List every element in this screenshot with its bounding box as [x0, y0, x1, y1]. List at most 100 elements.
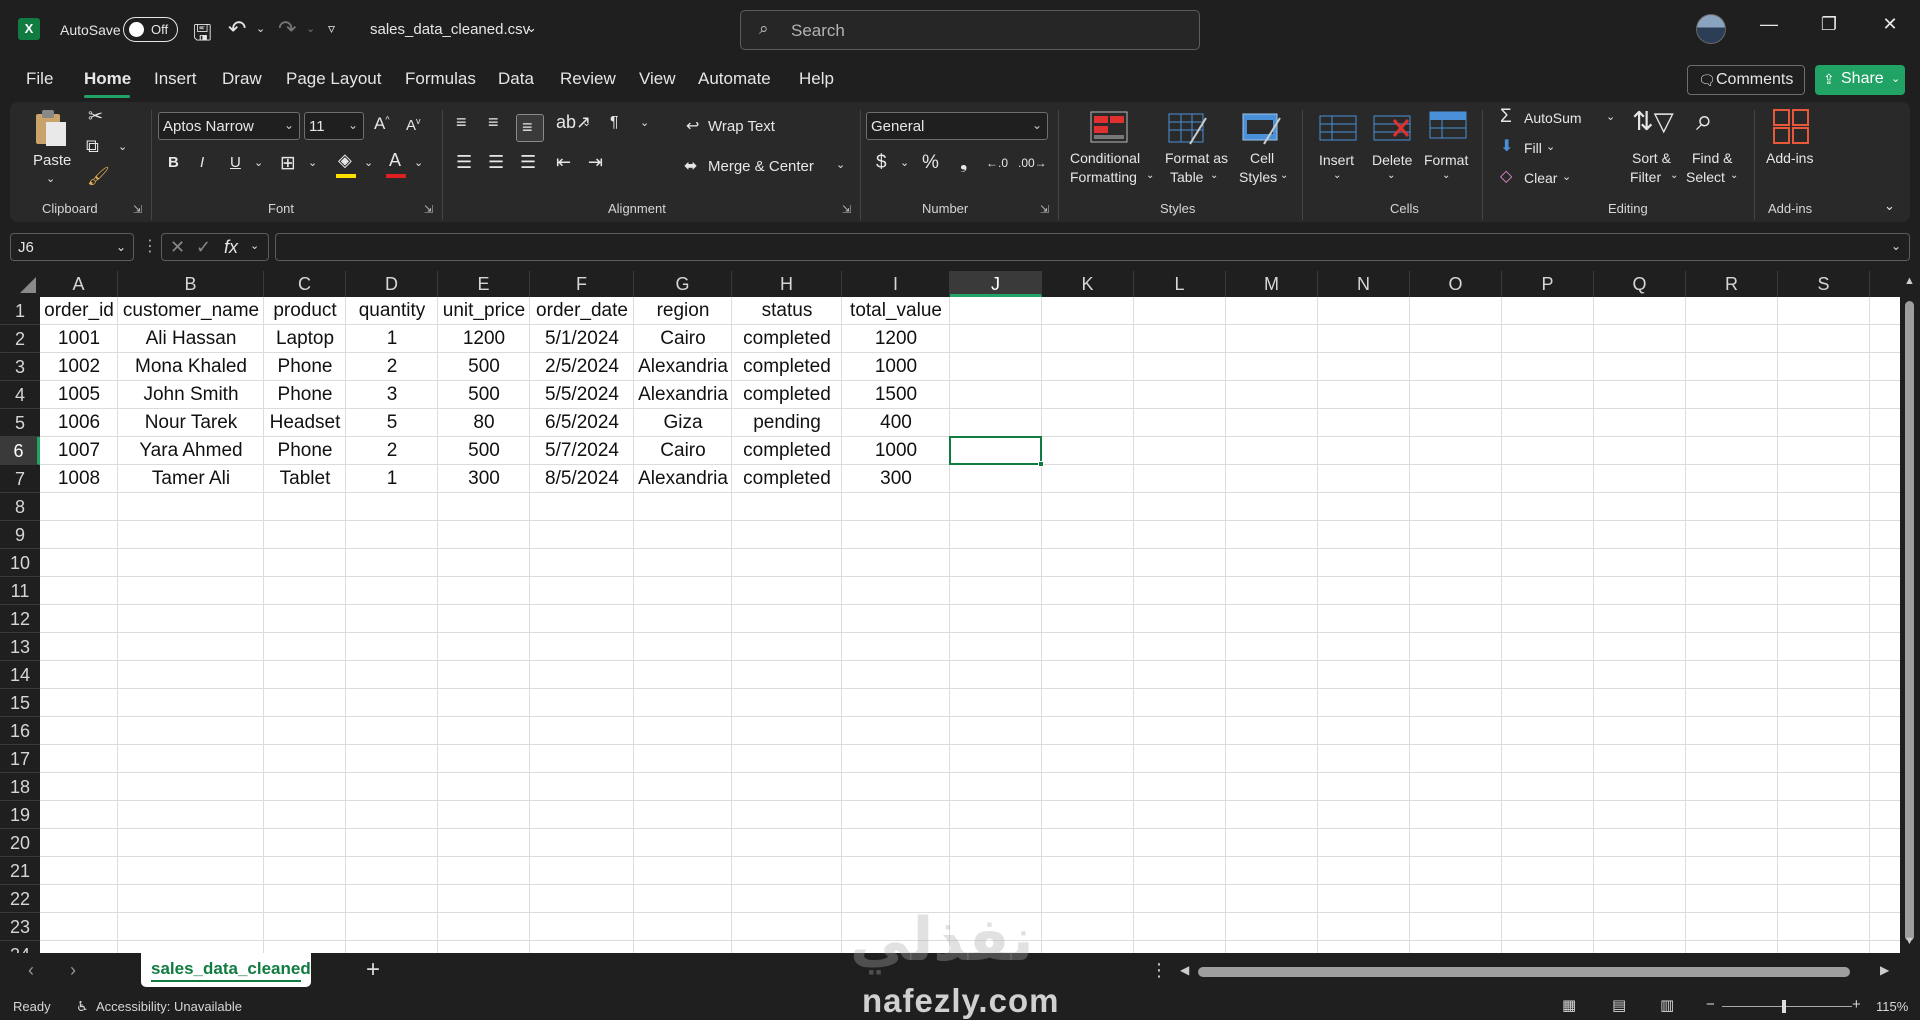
- row-header[interactable]: 5: [0, 409, 40, 437]
- data-cell[interactable]: Tamer Ali: [118, 465, 264, 493]
- data-cell[interactable]: Cairo: [634, 325, 732, 353]
- column-header[interactable]: Q: [1594, 271, 1686, 297]
- row-header[interactable]: 2: [0, 325, 40, 353]
- font-name-dropdown[interactable]: Aptos Narrow ⌄: [158, 112, 300, 140]
- column-header[interactable]: A: [40, 271, 118, 297]
- column-header[interactable]: C: [264, 271, 346, 297]
- align-left-icon[interactable]: ☰: [456, 152, 472, 173]
- align-center-icon[interactable]: ☰: [488, 152, 504, 173]
- redo-dropdown-icon[interactable]: ⌄: [306, 22, 315, 35]
- row-header[interactable]: 20: [0, 829, 40, 857]
- normal-view-icon[interactable]: ▦: [1562, 996, 1576, 1014]
- data-cell[interactable]: 2: [346, 437, 438, 465]
- italic-icon[interactable]: I: [200, 154, 204, 171]
- accessibility-icon[interactable]: ♿: [76, 998, 89, 1015]
- data-cell[interactable]: 6/5/2024: [530, 409, 634, 437]
- fx-chevron-icon[interactable]: ⌄: [250, 239, 259, 252]
- vertical-scrollbar[interactable]: ▲ ▼: [1900, 271, 1920, 953]
- column-header[interactable]: M: [1226, 271, 1318, 297]
- data-cell[interactable]: completed: [732, 325, 842, 353]
- paste-chevron-icon[interactable]: ⌄: [46, 172, 55, 185]
- column-header[interactable]: I: [842, 271, 950, 297]
- row-header[interactable]: 16: [0, 717, 40, 745]
- alignment-launcher-icon[interactable]: ⇲: [842, 203, 851, 216]
- data-cell[interactable]: pending: [732, 409, 842, 437]
- bold-icon[interactable]: B: [168, 154, 179, 171]
- number-format-dropdown[interactable]: General ⌄: [866, 112, 1048, 140]
- column-header[interactable]: P: [1502, 271, 1594, 297]
- data-cell[interactable]: 1002: [40, 353, 118, 381]
- data-cell[interactable]: Phone: [264, 437, 346, 465]
- data-cell[interactable]: 1: [346, 465, 438, 493]
- header-cell[interactable]: unit_price: [438, 297, 530, 325]
- expand-formula-icon[interactable]: ⌄: [1891, 239, 1901, 253]
- tab-insert[interactable]: Insert: [154, 69, 197, 89]
- decrease-font-icon[interactable]: Av: [406, 116, 421, 134]
- data-cell[interactable]: 3: [346, 381, 438, 409]
- zoom-slider-thumb[interactable]: [1782, 1000, 1786, 1013]
- zoom-slider-track[interactable]: [1722, 1006, 1852, 1007]
- data-cell[interactable]: 500: [438, 437, 530, 465]
- data-cell[interactable]: 1500: [842, 381, 950, 409]
- sheet-tab-active[interactable]: sales_data_cleaned: [141, 953, 311, 987]
- enter-icon[interactable]: ✓: [196, 237, 211, 258]
- tab-automate[interactable]: Automate: [698, 69, 771, 89]
- data-cell[interactable]: 1006: [40, 409, 118, 437]
- font-size-dropdown[interactable]: 11 ⌄: [304, 112, 364, 140]
- header-cell[interactable]: order_date: [530, 297, 634, 325]
- tab-file[interactable]: File: [26, 69, 53, 89]
- cell-area[interactable]: order_id customer_name product quantity unit…: [40, 297, 1900, 953]
- row-header[interactable]: 6: [0, 437, 40, 465]
- data-cell[interactable]: 1200: [438, 325, 530, 353]
- scroll-left-icon[interactable]: ◀: [1180, 963, 1189, 977]
- previous-sheet-icon[interactable]: ‹: [28, 960, 34, 981]
- insert-function-icon[interactable]: fx: [224, 237, 238, 258]
- tab-draw[interactable]: Draw: [222, 69, 262, 89]
- page-break-view-icon[interactable]: ▥: [1660, 996, 1674, 1014]
- share-button[interactable]: ⇪ Share ⌄: [1815, 65, 1905, 95]
- data-cell[interactable]: 1008: [40, 465, 118, 493]
- tab-review[interactable]: Review: [560, 69, 616, 89]
- row-header[interactable]: 10: [0, 549, 40, 577]
- row-header[interactable]: 23: [0, 913, 40, 941]
- zoom-in-icon[interactable]: +: [1852, 996, 1861, 1013]
- tab-home[interactable]: Home: [84, 69, 131, 89]
- row-header[interactable]: 14: [0, 661, 40, 689]
- scroll-down-icon[interactable]: ▼: [1904, 935, 1915, 947]
- add-sheet-icon[interactable]: +: [366, 956, 380, 984]
- tab-view[interactable]: View: [639, 69, 676, 89]
- data-cell[interactable]: completed: [732, 381, 842, 409]
- collapse-ribbon-icon[interactable]: ⌄: [1884, 198, 1895, 214]
- copy-chevron-icon[interactable]: ⌄: [118, 140, 127, 153]
- tab-splitter-icon[interactable]: ⋮: [1150, 960, 1168, 981]
- column-header[interactable]: K: [1042, 271, 1134, 297]
- row-header[interactable]: 9: [0, 521, 40, 549]
- row-header[interactable]: 15: [0, 689, 40, 717]
- search-box[interactable]: ⌕ Search: [740, 10, 1200, 50]
- data-cell[interactable]: 8/5/2024: [530, 465, 634, 493]
- text-direction-chevron-icon[interactable]: ⌄: [640, 116, 649, 129]
- data-cell[interactable]: 5/7/2024: [530, 437, 634, 465]
- decrease-indent-icon[interactable]: ⇤: [556, 152, 571, 173]
- fill-color-icon[interactable]: ◈: [338, 150, 352, 171]
- cancel-icon[interactable]: ✕: [170, 237, 185, 258]
- data-cell[interactable]: 1: [346, 325, 438, 353]
- align-top-icon[interactable]: ≡: [456, 112, 467, 133]
- data-cell[interactable]: 1007: [40, 437, 118, 465]
- data-cell[interactable]: Phone: [264, 381, 346, 409]
- undo-icon[interactable]: ↶: [228, 16, 246, 42]
- data-cell[interactable]: completed: [732, 437, 842, 465]
- tab-page-layout[interactable]: Page Layout: [286, 69, 381, 89]
- currency-icon[interactable]: $: [876, 152, 887, 174]
- tab-data[interactable]: Data: [498, 69, 534, 89]
- underline-chevron-icon[interactable]: ⌄: [254, 156, 263, 169]
- column-header[interactable]: S: [1778, 271, 1870, 297]
- select-all-corner[interactable]: [0, 271, 40, 297]
- undo-dropdown-icon[interactable]: ⌄: [256, 22, 265, 35]
- scroll-right-icon[interactable]: ▶: [1880, 963, 1889, 977]
- header-cell[interactable]: status: [732, 297, 842, 325]
- formula-bar-grip-icon[interactable]: ⋮: [142, 236, 158, 256]
- column-header[interactable]: H: [732, 271, 842, 297]
- save-icon[interactable]: 🖫: [193, 16, 212, 54]
- format-painter-icon[interactable]: 🖌: [87, 166, 110, 187]
